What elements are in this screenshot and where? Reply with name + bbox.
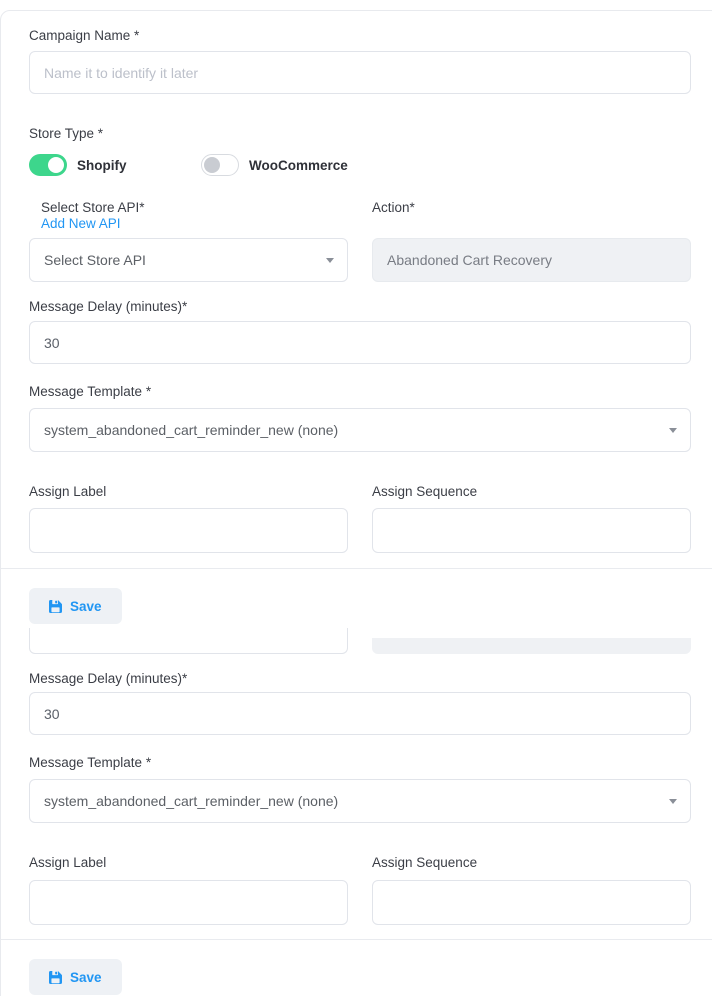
shopify-toggle-item: Shopify	[29, 154, 201, 176]
save-button[interactable]: Save	[29, 588, 122, 624]
campaign-form-1: Campaign Name * Store Type * Shopify Woo…	[29, 11, 691, 553]
assign-label-input[interactable]	[29, 508, 348, 553]
message-template-select-value: system_abandoned_cart_reminder_new (none…	[44, 793, 338, 809]
message-delay-label: Message Delay (minutes)*	[29, 671, 691, 687]
message-template-select[interactable]: system_abandoned_cart_reminder_new (none…	[29, 779, 691, 823]
store-api-select-value: Select Store API	[44, 252, 146, 268]
assign-sequence-input[interactable]	[372, 880, 691, 925]
woocommerce-toggle-item: WooCommerce	[201, 154, 348, 176]
store-type-label: Store Type *	[29, 126, 691, 142]
clipped-store-api-select[interactable]	[29, 628, 348, 654]
form-2-footer: Save	[29, 959, 712, 995]
save-button-label: Save	[70, 970, 102, 985]
assign-label-input[interactable]	[29, 880, 348, 925]
campaign-form-card: Campaign Name * Store Type * Shopify Woo…	[0, 10, 712, 996]
add-new-api-link[interactable]: Add New API	[41, 216, 121, 231]
message-delay-input[interactable]	[29, 692, 691, 735]
chevron-down-icon	[669, 428, 677, 433]
save-floppy-icon	[49, 600, 62, 613]
message-template-label: Message Template *	[29, 384, 691, 400]
message-template-select-value: system_abandoned_cart_reminder_new (none…	[44, 422, 338, 438]
message-delay-input[interactable]	[29, 321, 691, 364]
store-api-label: Select Store API*	[41, 200, 145, 216]
message-delay-label: Message Delay (minutes)*	[29, 299, 691, 315]
save-floppy-icon	[49, 971, 62, 984]
toggle-knob	[48, 157, 64, 173]
toggle-knob	[204, 157, 220, 173]
form-1-footer: Save	[29, 588, 712, 624]
campaign-form-2: Message Delay (minutes)* Message Templat…	[29, 624, 691, 925]
shopify-toggle[interactable]	[29, 154, 67, 176]
campaign-name-label: Campaign Name *	[29, 28, 691, 44]
action-field: Abandoned Cart Recovery	[372, 238, 691, 282]
shopify-toggle-label: Shopify	[77, 158, 127, 173]
woocommerce-toggle[interactable]	[201, 154, 239, 176]
assign-sequence-label: Assign Sequence	[372, 855, 691, 871]
assign-label-label: Assign Label	[29, 855, 348, 871]
footer-divider	[1, 568, 712, 569]
store-type-toggle-row: Shopify WooCommerce	[29, 154, 691, 176]
clipped-field-row	[29, 628, 691, 655]
assign-label-label: Assign Label	[29, 484, 348, 500]
message-template-label: Message Template *	[29, 755, 691, 771]
save-button[interactable]: Save	[29, 959, 122, 995]
store-api-select[interactable]: Select Store API	[29, 238, 348, 282]
action-field-value: Abandoned Cart Recovery	[387, 252, 552, 268]
footer-divider	[1, 939, 712, 940]
assign-sequence-label: Assign Sequence	[372, 484, 691, 500]
chevron-down-icon	[326, 258, 334, 263]
campaign-name-input[interactable]	[29, 51, 691, 94]
woocommerce-toggle-label: WooCommerce	[249, 158, 348, 173]
clipped-action-field	[372, 638, 691, 654]
action-label: Action*	[372, 200, 691, 216]
save-button-label: Save	[70, 599, 102, 614]
assign-sequence-input[interactable]	[372, 508, 691, 553]
chevron-down-icon	[669, 799, 677, 804]
message-template-select[interactable]: system_abandoned_cart_reminder_new (none…	[29, 408, 691, 452]
